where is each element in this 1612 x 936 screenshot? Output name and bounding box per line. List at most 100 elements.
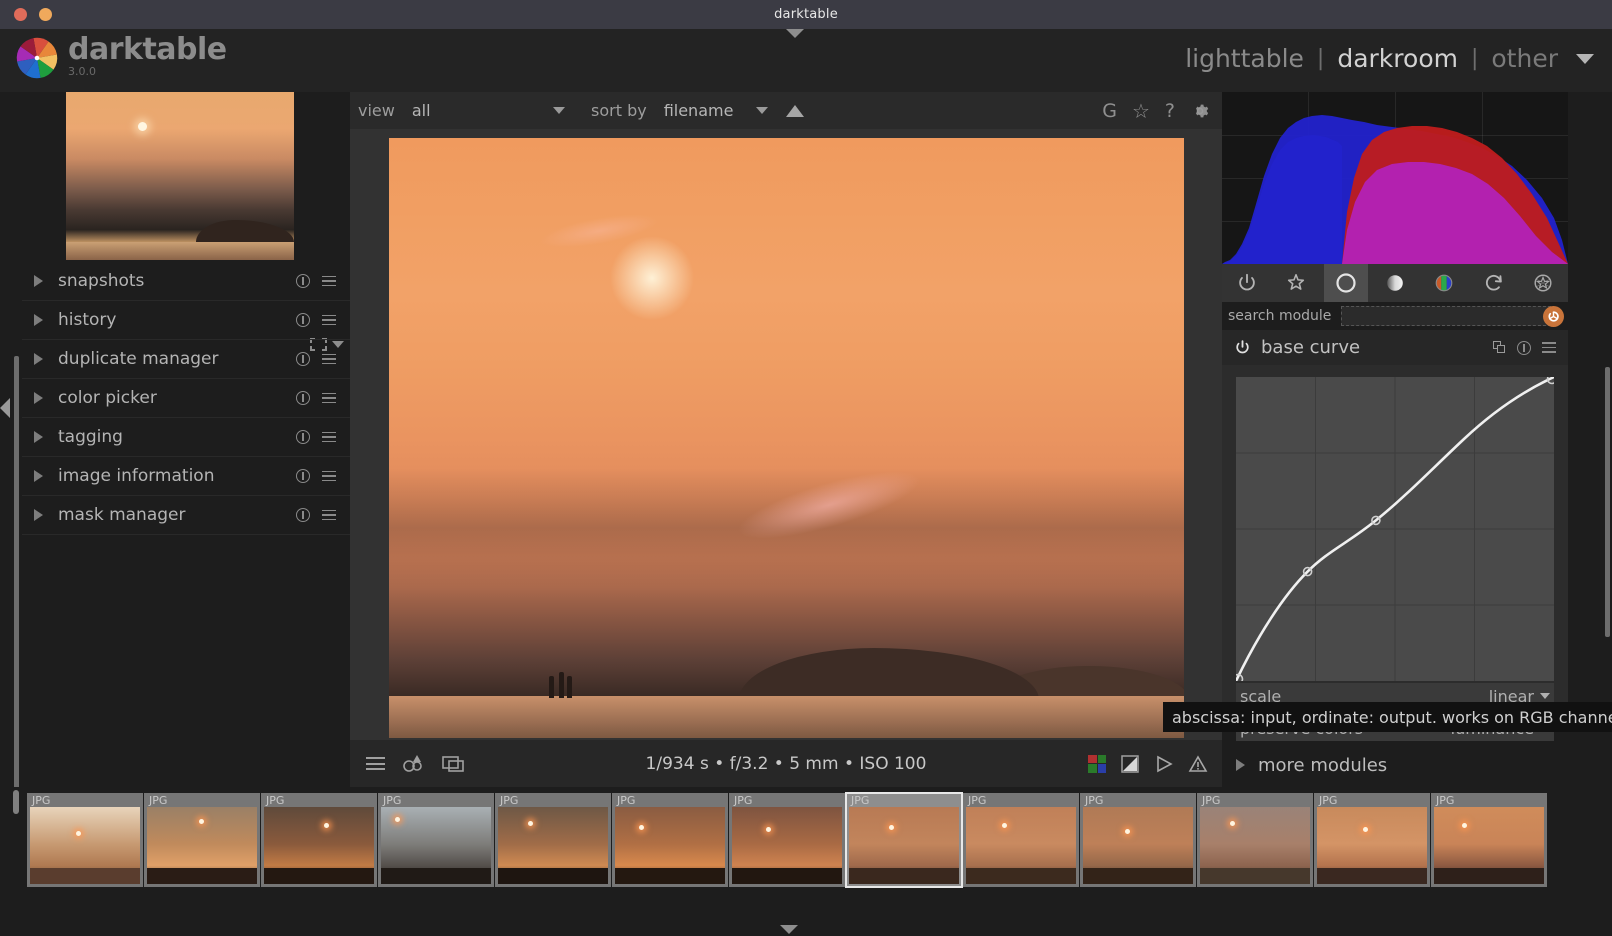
reset-icon[interactable]	[296, 274, 310, 288]
overlays-star-icon[interactable]: ☆	[1132, 99, 1150, 123]
reset-icon[interactable]	[296, 313, 310, 327]
chevron-down-icon[interactable]	[1576, 53, 1594, 64]
presets-menu-icon[interactable]	[322, 470, 336, 482]
darktable-window: darktable darktable 3.0.0 lighttable | d…	[0, 0, 1612, 936]
gear-icon[interactable]	[1190, 101, 1210, 121]
thumbnail-filetype-label: JPG	[266, 794, 285, 807]
sort-label: sort by	[591, 101, 647, 120]
module-group-favourites[interactable]	[1274, 264, 1318, 302]
sort-direction-icon[interactable]	[786, 104, 804, 117]
more-modules-row[interactable]: more modules	[1222, 743, 1612, 787]
triangle-right-icon	[34, 431, 43, 443]
reset-icon[interactable]	[296, 508, 310, 522]
center-image-area	[350, 129, 1222, 740]
view-separator-2: |	[1470, 46, 1479, 71]
search-module-input[interactable]	[1341, 306, 1565, 327]
reset-icon[interactable]	[296, 469, 310, 483]
view-filter-combo[interactable]: view all	[350, 101, 565, 120]
presets-menu-icon[interactable]	[322, 431, 336, 443]
clear-search-icon[interactable]	[1543, 306, 1565, 327]
presets-menu-icon[interactable]	[322, 392, 336, 404]
banner-collapse-arrow-icon[interactable]	[786, 29, 804, 38]
thumbnail-ground	[1434, 868, 1544, 884]
filmstrip-scroll-handle[interactable]	[13, 790, 19, 814]
thumbnail-sun	[395, 817, 400, 822]
module-group-color[interactable]	[1422, 264, 1466, 302]
thumbnail-image	[147, 807, 257, 884]
reset-icon[interactable]	[296, 391, 310, 405]
left-panel-collapse-arrow-icon[interactable]	[0, 398, 10, 418]
reset-icon[interactable]	[296, 430, 310, 444]
filmstrip-thumbnail[interactable]: JPG	[1314, 793, 1430, 887]
chevron-down-icon[interactable]	[553, 107, 565, 114]
filmstrip-thumbnail[interactable]: JPG	[144, 793, 260, 887]
sidebar-item-duplicate-manager[interactable]: duplicate manager	[22, 340, 350, 379]
triangle-right-icon	[34, 353, 43, 365]
base-curve-graph[interactable]	[1236, 377, 1554, 681]
filmstrip-thumbnail[interactable]: JPG	[378, 793, 494, 887]
image-figure	[567, 676, 572, 698]
module-group-basic[interactable]	[1323, 264, 1368, 302]
filmstrip-thumbnail[interactable]: JPG	[1080, 793, 1196, 887]
multi-instance-icon[interactable]	[1493, 341, 1506, 354]
module-header-icons	[1493, 340, 1568, 355]
filmstrip-thumbnail[interactable]: JPG	[729, 793, 845, 887]
presets-menu-icon[interactable]	[322, 353, 336, 365]
presets-menu-icon[interactable]	[322, 314, 336, 326]
app-banner: darktable 3.0.0 lighttable | darkroom | …	[0, 29, 1612, 92]
module-group-correct[interactable]	[1472, 264, 1516, 302]
row-icons	[296, 274, 350, 288]
module-group-tone[interactable]	[1373, 264, 1417, 302]
sidebar-item-label: color picker	[58, 388, 157, 408]
filmstrip-thumbnail[interactable]: JPG	[1197, 793, 1313, 887]
thumbnail-sun	[1230, 821, 1235, 826]
presets-menu-icon[interactable]	[1542, 342, 1556, 353]
module-power-icon[interactable]	[1234, 339, 1251, 356]
brand-logo[interactable]: darktable 3.0.0	[14, 35, 227, 81]
main-image-canvas[interactable]	[389, 138, 1184, 738]
sidebar-item-color-picker[interactable]: color picker	[22, 379, 350, 418]
filmstrip-thumbnail[interactable]: JPG	[27, 793, 143, 887]
sidebar-item-history[interactable]: history	[22, 301, 350, 340]
filmstrip-collapse-arrow-icon[interactable]	[780, 925, 798, 934]
help-icon[interactable]: ?	[1165, 100, 1175, 122]
sidebar-item-mask-manager[interactable]: mask manager	[22, 496, 350, 535]
reset-icon[interactable]	[296, 352, 310, 366]
navigation-preview[interactable]	[66, 92, 294, 260]
sidebar-item-image-information[interactable]: image information	[22, 457, 350, 496]
sort-combo[interactable]: sort by filename	[583, 101, 768, 120]
filmstrip-thumbnail[interactable]: JPG	[963, 793, 1079, 887]
right-panel: search module base curve scale linear	[1222, 92, 1612, 787]
thumbnail-filetype-label: JPG	[149, 794, 168, 807]
thumbnail-filetype-label: JPG	[968, 794, 987, 807]
histogram-widget[interactable]	[1222, 92, 1568, 264]
thumbnail-image	[1083, 807, 1193, 884]
chevron-down-icon[interactable]	[756, 107, 768, 114]
filmstrip[interactable]: JPG JPG JPG JPG JPG JPG JPG JPG JPG JPG JPG JPG JPG	[0, 787, 1612, 910]
presets-menu-icon[interactable]	[322, 275, 336, 287]
window-title: darktable	[774, 7, 838, 22]
base-curve-module-header[interactable]: base curve	[1222, 330, 1568, 365]
module-group-effect[interactable]	[1521, 264, 1565, 302]
filmstrip-thumbnail[interactable]: JPG	[495, 793, 611, 887]
view-lighttable[interactable]: lighttable	[1185, 44, 1304, 73]
right-panel-scrollbar[interactable]	[1605, 367, 1610, 637]
thumbnail-filetype-label: JPG	[1202, 794, 1221, 807]
filmstrip-thumbnail[interactable]: JPG	[1431, 793, 1547, 887]
reset-icon[interactable]	[1517, 340, 1531, 355]
presets-menu-icon[interactable]	[322, 509, 336, 521]
filmstrip-thumbnail[interactable]: JPG	[612, 793, 728, 887]
triangle-right-icon	[1236, 759, 1245, 771]
filmstrip-thumbnail[interactable]: JPG	[845, 792, 963, 888]
module-group-active[interactable]	[1225, 264, 1269, 302]
sidebar-item-snapshots[interactable]: snapshots	[22, 262, 350, 301]
filmstrip-thumbnail[interactable]: JPG	[261, 793, 377, 887]
grouping-icon[interactable]: G	[1102, 100, 1117, 122]
chevron-down-icon[interactable]	[1540, 693, 1550, 699]
view-other[interactable]: other	[1491, 44, 1558, 73]
sidebar-item-label: tagging	[58, 427, 123, 447]
view-darkroom[interactable]: darkroom	[1337, 44, 1458, 73]
thumbnail-ground	[1083, 868, 1193, 884]
thumbnail-sun	[528, 821, 533, 826]
sidebar-item-tagging[interactable]: tagging	[22, 418, 350, 457]
